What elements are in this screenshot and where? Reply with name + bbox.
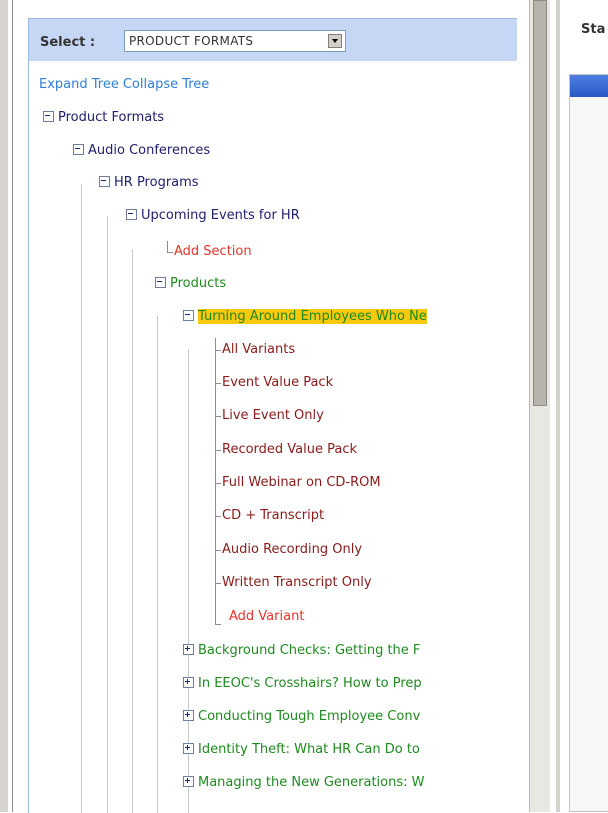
tree-guide-line	[107, 216, 108, 813]
expand-icon[interactable]	[183, 710, 194, 721]
add-section-label: Add Section	[174, 244, 252, 259]
variant-label: Full Webinar on CD-ROM	[222, 475, 381, 490]
collapse-icon[interactable]	[99, 176, 110, 187]
add-section-link[interactable]: Add Section	[174, 240, 252, 264]
variant-label: All Variants	[222, 342, 296, 357]
variant-item[interactable]: Written Transcript Only	[222, 571, 372, 595]
variant-label: Live Event Only	[222, 408, 324, 423]
add-variant-link[interactable]: Add Variant	[229, 605, 304, 629]
expand-icon[interactable]	[183, 776, 194, 787]
tree-node-hr-programs[interactable]: HR Programs	[99, 171, 199, 195]
collapse-tree-link[interactable]: Collapse Tree	[123, 77, 209, 92]
right-panel-label: Sta	[581, 22, 606, 37]
tree-node-product[interactable]: Conducting Tough Employee Conv	[183, 705, 420, 729]
tree-guide-line	[81, 184, 82, 813]
select-label: Select :	[40, 35, 96, 50]
variant-item[interactable]: Full Webinar on CD-ROM	[222, 471, 381, 495]
tree-links: Expand Tree Collapse Tree	[39, 77, 209, 92]
right-box-header	[570, 75, 608, 97]
tree-node-selected-product[interactable]: Turning Around Employees Who Ne	[183, 305, 427, 329]
tree-guide-line	[157, 316, 158, 813]
category-select[interactable]: PRODUCT FORMATS	[124, 30, 346, 52]
select-value: PRODUCT FORMATS	[129, 34, 254, 48]
tree-node-label: Background Checks: Getting the F	[198, 643, 421, 658]
tree-guide-line	[132, 249, 133, 813]
variant-item[interactable]: CD + Transcript	[222, 504, 324, 528]
tree-panel: Select : PRODUCT FORMATS Expand Tree Coll…	[28, 18, 517, 813]
variant-item[interactable]: Live Event Only	[222, 404, 324, 428]
right-content-box	[569, 74, 608, 812]
tree-node-product[interactable]: In EEOC's Crosshairs? How to Prep	[183, 672, 422, 696]
variant-item[interactable]: Audio Recording Only	[222, 538, 362, 562]
tree-node-products[interactable]: Products	[155, 272, 226, 296]
tree-node-product[interactable]: Identity Theft: What HR Can Do to	[183, 738, 420, 762]
variant-label: Written Transcript Only	[222, 575, 372, 590]
tree-node-label: HR Programs	[114, 175, 199, 190]
variant-item[interactable]: Event Value Pack	[222, 371, 333, 395]
tree-node-audio-conferences[interactable]: Audio Conferences	[73, 139, 210, 163]
expand-tree-link[interactable]: Expand Tree	[39, 77, 119, 92]
scrollbar-thumb[interactable]	[533, 0, 547, 406]
tree-node-label: In EEOC's Crosshairs? How to Prep	[198, 676, 422, 691]
tree-node-label: Audio Conferences	[88, 143, 211, 158]
collapse-icon[interactable]	[183, 310, 194, 321]
collapse-icon[interactable]	[155, 277, 166, 288]
expand-icon[interactable]	[183, 644, 194, 655]
tree-node-label: Managing the New Generations: W	[198, 775, 425, 790]
expand-icon[interactable]	[183, 677, 194, 688]
select-bar: Select : PRODUCT FORMATS	[29, 19, 517, 61]
variant-item[interactable]: Recorded Value Pack	[222, 438, 357, 462]
variant-label: Recorded Value Pack	[222, 442, 358, 457]
tree-node-label: Upcoming Events for HR	[141, 208, 300, 223]
add-variant-label: Add Variant	[229, 609, 305, 624]
variant-label: Event Value Pack	[222, 375, 334, 390]
collapse-icon[interactable]	[73, 144, 84, 155]
tree-node-label: Product Formats	[58, 110, 165, 125]
tree-connector	[167, 252, 173, 253]
tree-node-label: Identity Theft: What HR Can Do to	[198, 742, 420, 757]
chevron-down-icon[interactable]	[328, 34, 342, 48]
frame-divider	[12, 0, 13, 812]
collapse-icon[interactable]	[43, 111, 54, 122]
tree-connector	[215, 338, 216, 625]
tree-node-product[interactable]: Background Checks: Getting the F	[183, 639, 420, 663]
expand-icon[interactable]	[183, 743, 194, 754]
variant-label: Audio Recording Only	[222, 542, 363, 557]
variant-label: CD + Transcript	[222, 508, 325, 523]
outer-frame-left	[0, 0, 8, 812]
variant-item[interactable]: All Variants	[222, 338, 295, 362]
tree-node-label: Turning Around Employees Who Ne	[198, 309, 427, 324]
collapse-icon[interactable]	[126, 209, 137, 220]
tree-node-label: Conducting Tough Employee Conv	[198, 709, 421, 724]
tree-node-label: Products	[170, 276, 227, 291]
tree-node-upcoming-events[interactable]: Upcoming Events for HR	[126, 204, 300, 228]
tree-node-product-formats[interactable]: Product Formats	[43, 106, 164, 130]
tree-node-product[interactable]: Managing the New Generations: W	[183, 771, 425, 795]
